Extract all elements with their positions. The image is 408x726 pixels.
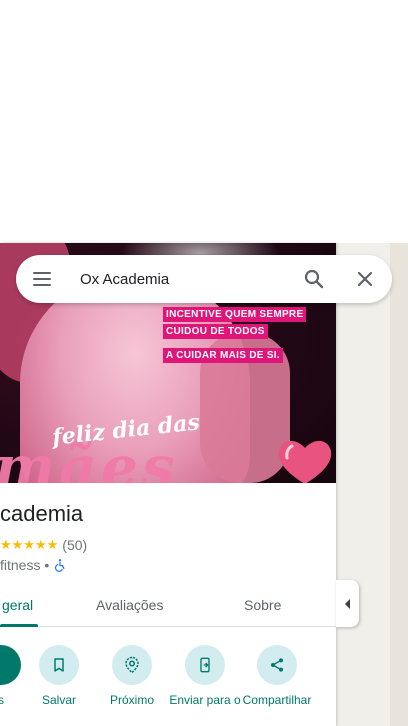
- bookmark-icon: [39, 645, 79, 685]
- save-label: Salvar: [41, 693, 76, 707]
- place-panel: INCENTIVE QUEM SEMPRE CUIDOU DE TODOS A …: [0, 243, 336, 726]
- menu-icon[interactable]: [30, 267, 54, 291]
- nearby-icon: [112, 645, 152, 685]
- search-input[interactable]: [80, 268, 290, 290]
- close-icon[interactable]: [353, 267, 377, 291]
- share-label: Compartilhar: [242, 693, 312, 707]
- promo-line-1: INCENTIVE QUEM SEMPRE: [163, 307, 307, 322]
- search-icon[interactable]: [302, 267, 326, 291]
- star-rating-icon: ★★★★★: [0, 537, 59, 552]
- caret-left-icon: [344, 598, 350, 609]
- share-icon: [257, 645, 297, 685]
- share-button[interactable]: Compartilhar: [242, 645, 312, 707]
- place-title: cademia: [0, 501, 84, 526]
- rating-row[interactable]: ★★★★★ (50): [0, 537, 87, 553]
- save-button[interactable]: Salvar: [24, 645, 94, 707]
- tab-about[interactable]: Sobre: [244, 597, 281, 613]
- promo-line-3: A CUIDAR MAIS DE SI.: [163, 348, 283, 363]
- promo-line-2: CUIDOU DE TODOS: [163, 324, 268, 339]
- collapse-panel-button[interactable]: [336, 580, 359, 627]
- tab-reviews[interactable]: Avaliações: [96, 597, 163, 613]
- review-count[interactable]: (50): [62, 537, 87, 553]
- send-to-phone-label: Enviar para o: [169, 693, 241, 707]
- nearby-button[interactable]: Próximo: [97, 645, 167, 707]
- heart-balloon-icon: [278, 440, 332, 483]
- screen: INCENTIVE QUEM SEMPRE CUIDOU DE TODOS A …: [0, 0, 408, 726]
- wheelchair-accessible-icon: [55, 559, 65, 572]
- send-to-phone-icon: [185, 645, 225, 685]
- category-row: fitness •: [0, 557, 67, 573]
- tab-active-indicator: [0, 624, 38, 627]
- search-box: [16, 255, 392, 303]
- tab-bar: geral Avaliações Sobre: [0, 583, 336, 627]
- map-road: [390, 243, 408, 726]
- send-to-phone-button[interactable]: Enviar para o: [169, 645, 241, 707]
- nearby-label: Próximo: [109, 693, 154, 707]
- directions-icon: [0, 645, 21, 685]
- promo-text-block: INCENTIVE QUEM SEMPRE CUIDOU DE TODOS A …: [163, 307, 307, 363]
- place-category: fitness •: [0, 557, 50, 573]
- tab-overview[interactable]: geral: [2, 597, 33, 613]
